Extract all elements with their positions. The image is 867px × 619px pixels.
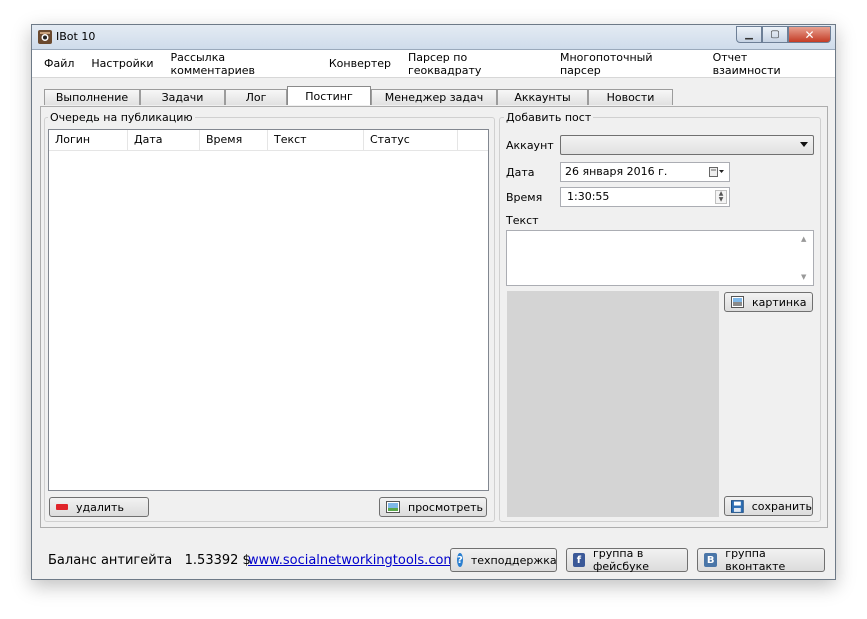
delete-label: удалить xyxy=(76,500,124,514)
time-label: Время xyxy=(506,191,543,204)
main-window: IBot 10 ▁ ▢ ✕ Файл Настройки Рассылка ко… xyxy=(31,24,836,580)
scroll-down-icon[interactable]: ▼ xyxy=(801,273,806,281)
menu-bar: Файл Настройки Рассылка комментариев Кон… xyxy=(32,50,835,78)
date-value: 26 января 2016 г. xyxy=(565,165,668,178)
support-button[interactable]: ? техподдержка xyxy=(450,548,557,572)
tab-tasks[interactable]: Задачи xyxy=(140,89,225,105)
column-status[interactable]: Статус xyxy=(364,130,458,150)
save-icon xyxy=(731,499,744,513)
image-icon xyxy=(731,296,744,308)
window-title: IBot 10 xyxy=(56,30,96,43)
queue-title: Очередь на публикацию xyxy=(48,111,195,124)
balance-text: Баланс антигейта 1.53392 $ xyxy=(48,553,251,568)
window-controls: ▁ ▢ ✕ xyxy=(736,26,831,43)
picture-label: картинка xyxy=(752,295,807,309)
account-label: Аккаунт xyxy=(506,139,554,152)
account-select[interactable] xyxy=(560,135,814,155)
status-area: Баланс антигейта 1.53392 $ www.socialnet… xyxy=(32,538,835,578)
tab-news[interactable]: Новости xyxy=(588,89,673,105)
queue-list-header: Логин Дата Время Текст Статус xyxy=(49,130,488,151)
tab-log[interactable]: Лог xyxy=(225,89,287,105)
close-icon: ✕ xyxy=(804,27,815,42)
maximize-icon: ▢ xyxy=(770,29,780,40)
vk-label: группа вконтакте xyxy=(725,547,786,573)
column-login[interactable]: Логин xyxy=(49,130,128,150)
time-spinner[interactable]: ▲ ▼ xyxy=(715,190,727,204)
text-label: Текст xyxy=(506,214,539,227)
image-icon xyxy=(386,501,400,513)
balance-label: Баланс антигейта xyxy=(48,553,173,568)
close-button[interactable]: ✕ xyxy=(788,26,831,43)
text-scrollbar[interactable]: ▲ ▼ xyxy=(797,231,813,285)
column-text[interactable]: Текст xyxy=(268,130,364,150)
scroll-up-icon[interactable]: ▲ xyxy=(801,235,806,243)
delete-icon xyxy=(56,504,68,510)
support-label: техподдержка xyxy=(470,553,557,567)
date-field[interactable]: 26 января 2016 г. xyxy=(560,162,730,182)
column-date[interactable]: Дата xyxy=(128,130,200,150)
menu-geo-parser[interactable]: Парсер по геоквадрату xyxy=(408,51,543,77)
menu-multithread-parser[interactable]: Многопоточный парсер xyxy=(560,51,696,77)
add-post-title: Добавить пост xyxy=(504,111,594,124)
menu-file[interactable]: Файл xyxy=(44,57,74,70)
queue-list[interactable]: Логин Дата Время Текст Статус xyxy=(48,129,489,491)
time-value: 1:30:55 xyxy=(567,190,610,203)
tab-task-manager[interactable]: Менеджер задач xyxy=(371,89,497,105)
save-label: сохранить xyxy=(751,499,812,513)
tab-execution[interactable]: Выполнение xyxy=(44,89,140,105)
chevron-down-icon xyxy=(800,142,808,147)
menu-converter[interactable]: Конвертер xyxy=(329,57,391,70)
column-time[interactable]: Время xyxy=(200,130,268,150)
tab-bar: Выполнение Задачи Лог Постинг Менеджер з… xyxy=(44,86,673,106)
calendar-dropdown-icon[interactable] xyxy=(709,167,725,177)
balance-value: 1.53392 $ xyxy=(184,553,251,568)
facebook-label: группа в фейсбуке xyxy=(592,547,650,573)
facebook-group-button[interactable]: f группа в фейсбуке xyxy=(566,547,688,573)
facebook-icon: f xyxy=(573,553,585,567)
maximize-button[interactable]: ▢ xyxy=(762,26,788,43)
delete-button[interactable]: удалить xyxy=(49,497,149,517)
menu-settings[interactable]: Настройки xyxy=(91,57,153,70)
app-icon xyxy=(38,30,52,44)
website-link[interactable]: www.socialnetworkingtools.com.ua xyxy=(248,553,476,568)
view-label: просмотреть xyxy=(408,500,484,514)
save-button[interactable]: сохранить xyxy=(724,496,813,516)
date-label: Дата xyxy=(506,166,535,179)
menu-comments-mailing[interactable]: Рассылка комментариев xyxy=(171,51,312,77)
picture-button[interactable]: картинка xyxy=(724,292,813,312)
menu-reciprocity-report[interactable]: Отчет взаимности xyxy=(713,51,818,77)
minimize-button[interactable]: ▁ xyxy=(736,26,762,43)
post-text-input[interactable]: ▲ ▼ xyxy=(506,230,814,286)
tab-accounts[interactable]: Аккаунты xyxy=(497,89,588,105)
vk-icon: B xyxy=(704,553,718,567)
time-field[interactable]: 1:30:55 ▲ ▼ xyxy=(560,187,730,207)
minimize-icon: ▁ xyxy=(745,29,753,40)
title-bar: IBot 10 ▁ ▢ ✕ xyxy=(32,25,835,50)
tab-posting[interactable]: Постинг xyxy=(287,86,371,105)
view-button[interactable]: просмотреть xyxy=(379,497,487,517)
vk-group-button[interactable]: B группа вконтакте xyxy=(697,547,825,573)
help-icon: ? xyxy=(457,553,463,567)
image-preview xyxy=(507,291,719,517)
